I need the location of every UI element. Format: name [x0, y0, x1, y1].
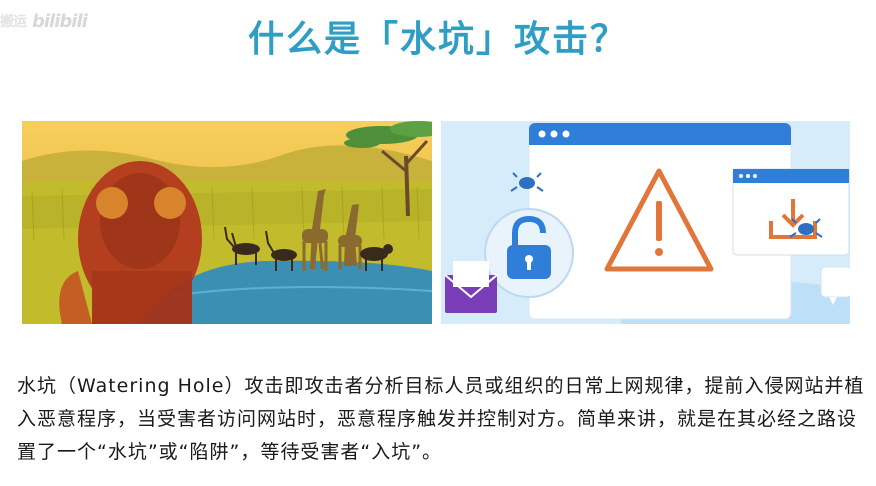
- lock-icon: [484, 208, 574, 298]
- download-window: [732, 168, 850, 256]
- slide-title: 什么是「水坑」攻击？: [247, 19, 628, 60]
- slide-description: 水坑（Watering Hole）攻击即攻击者分析目标人员或组织的日常上网规律，…: [17, 375, 865, 463]
- malware-browser-illustration: [441, 121, 850, 324]
- savanna-illustration: [22, 121, 432, 324]
